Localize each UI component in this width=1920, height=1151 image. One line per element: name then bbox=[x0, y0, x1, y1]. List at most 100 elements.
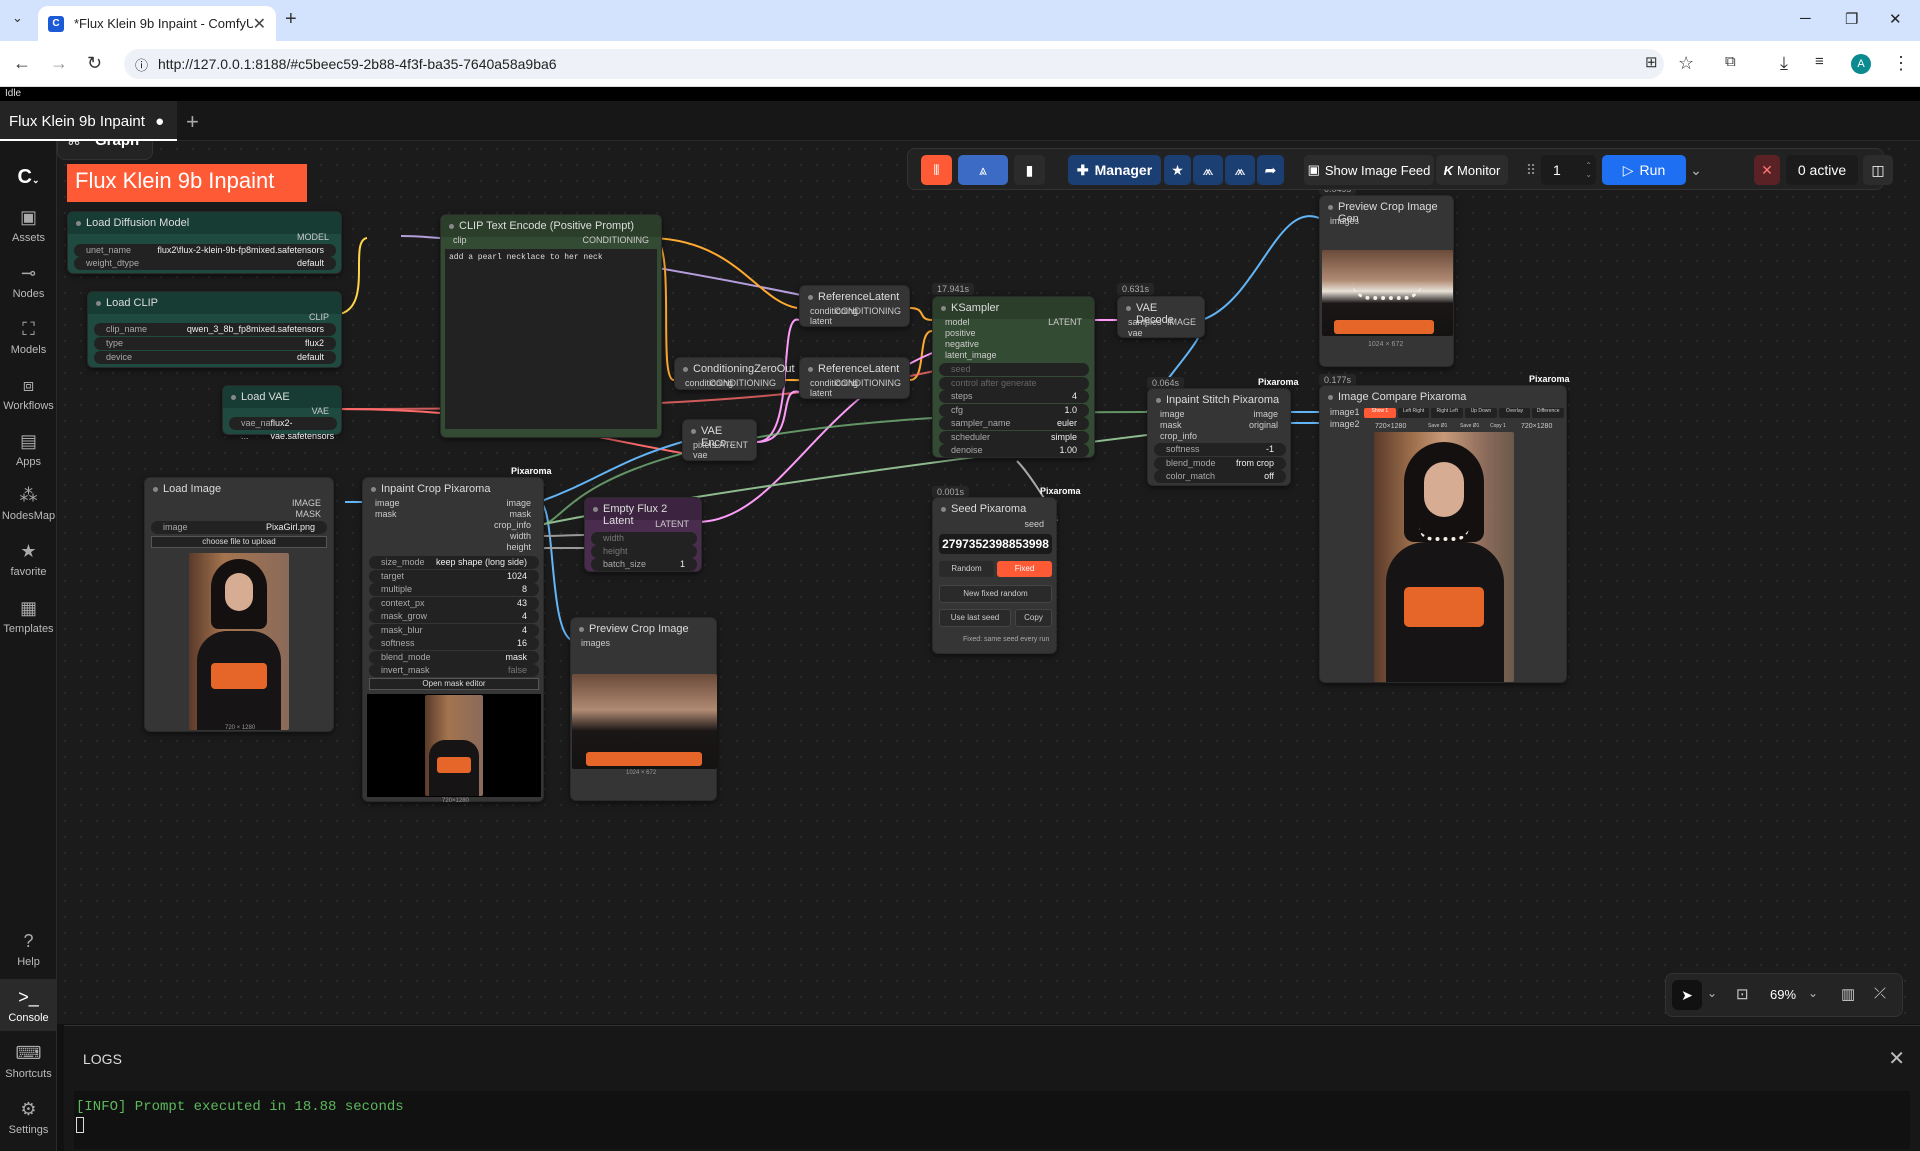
sidebar-item-help[interactable]: ? Help bbox=[0, 931, 57, 968]
monitor-button[interactable]: K Monitor bbox=[1436, 155, 1508, 185]
color-match-widget[interactable]: color_match off bbox=[1154, 470, 1286, 483]
new-fixed-random-button[interactable]: New fixed random bbox=[939, 585, 1052, 603]
weight-dtype-widget[interactable]: weight_dtype default bbox=[74, 257, 336, 270]
sidebar-item-nodes[interactable]: ⊸ Nodes bbox=[0, 263, 57, 300]
node-load-diffusion-model[interactable]: Load Diffusion Model MODEL unet_name flux… bbox=[67, 211, 342, 274]
sidebar-item-nodesmap[interactable]: ⁂ NodesMap bbox=[0, 485, 57, 522]
right-left-button[interactable]: Right Left bbox=[1431, 408, 1464, 418]
bookmark-button[interactable]: ▮ bbox=[1014, 155, 1045, 185]
upload-button[interactable]: choose file to upload bbox=[151, 536, 327, 548]
run-options-chevron-icon[interactable]: ⌄ bbox=[1688, 155, 1704, 185]
node-inpaint-crop[interactable]: Inpaint Crop Pixaroma image image mask m… bbox=[362, 477, 544, 804]
target-widget[interactable]: target 1024 bbox=[369, 570, 539, 583]
sidebar-item-shortcuts[interactable]: ⌨ Shortcuts bbox=[0, 1043, 57, 1080]
zoom-level[interactable]: 69% bbox=[1770, 987, 1796, 1002]
minimize-icon[interactable]: ─ bbox=[1800, 10, 1811, 27]
forward-icon[interactable]: → bbox=[50, 53, 68, 74]
bookmark-star-icon[interactable]: ☆ bbox=[1678, 53, 1694, 74]
mask-blur-widget[interactable]: mask_blur 4 bbox=[369, 624, 539, 637]
copy-button[interactable]: Copy 1 bbox=[1490, 421, 1506, 432]
window-close-icon[interactable]: ✕ bbox=[1889, 10, 1902, 28]
prompt-textarea[interactable]: add a pearl necklace to her neck bbox=[445, 249, 657, 429]
node-ksampler[interactable]: KSampler model LATENT positive negative … bbox=[932, 296, 1095, 458]
overlay-button[interactable]: Overlay bbox=[1498, 408, 1531, 418]
zoom-chevron-icon[interactable]: ⌄ bbox=[1808, 986, 1818, 1000]
sidebar-item-assets[interactable]: ▣ Assets bbox=[0, 207, 57, 244]
new-tab-icon[interactable]: + bbox=[285, 8, 297, 31]
model-b-button[interactable]: ⩕ bbox=[1225, 155, 1255, 185]
sidebar-item-models[interactable]: ⛶ Models bbox=[0, 319, 57, 356]
node-inpaint-stitch[interactable]: Inpaint Stitch Pixaroma image image mask… bbox=[1147, 388, 1291, 486]
node-vae-decode[interactable]: VAE Decode samples IMAGE vae bbox=[1117, 296, 1205, 338]
node-preview-crop-image-gen[interactable]: Preview Crop Image Gen images 1024 × 672 bbox=[1319, 195, 1454, 367]
node-load-vae[interactable]: Load VAE VAE vae_na ... flux2-vae.safeten… bbox=[222, 385, 342, 441]
close-tab-icon[interactable]: ✕ bbox=[253, 14, 266, 34]
image-select-widget[interactable]: image PixaGirl.png bbox=[151, 521, 327, 534]
node-load-image[interactable]: Load Image IMAGE MASK image PixaGirl.png … bbox=[144, 477, 334, 732]
denoise-widget[interactable]: denoise 1.00 bbox=[939, 444, 1089, 457]
share-button[interactable]: ➦ bbox=[1257, 155, 1284, 185]
workflow-tab[interactable]: Flux Klein 9b Inpaint ● bbox=[0, 101, 177, 141]
node-image-compare[interactable]: Image Compare Pixaroma image1 image2 Sho… bbox=[1319, 385, 1567, 683]
context-px-widget[interactable]: context_px 43 bbox=[369, 597, 539, 610]
manager-button[interactable]: ✚ Manager bbox=[1068, 155, 1161, 185]
url-input[interactable]: ⓘ http://127.0.0.1:8188/#c5beec59-2b88-4… bbox=[124, 49, 1664, 79]
up-down-button[interactable]: Up Down bbox=[1465, 408, 1497, 418]
node-reference-latent-1[interactable]: ReferenceLatent conditioning CONDITIONIN… bbox=[799, 285, 910, 327]
comfy-logo-icon[interactable]: C⌄ bbox=[0, 166, 57, 189]
sidebar-item-workflows[interactable]: ⧈ Workflows bbox=[0, 375, 57, 412]
favorites-button[interactable]: ★ bbox=[1164, 155, 1191, 185]
blend-mode-widget[interactable]: blend_mode from crop bbox=[1154, 457, 1286, 470]
softness-widget[interactable]: softness -1 bbox=[1154, 443, 1286, 456]
drag-handle-icon[interactable]: ⠿ bbox=[1525, 155, 1537, 185]
node-load-clip[interactable]: Load CLIP CLIP clip_name qwen_3_8b_fp8mix… bbox=[87, 291, 342, 368]
select-tool-button[interactable]: ➤ bbox=[1672, 980, 1702, 1010]
sidebar-item-favorite[interactable]: ★ favorite bbox=[0, 541, 57, 578]
pixaroma-button[interactable]: ⩓ bbox=[958, 155, 1008, 185]
size-mode-widget[interactable]: size_mode keep shape (long side) bbox=[369, 556, 539, 569]
back-icon[interactable]: ← bbox=[13, 53, 31, 74]
reload-icon[interactable]: ↻ bbox=[87, 53, 102, 74]
sidebar-item-apps[interactable]: ▤ Apps bbox=[0, 431, 57, 468]
toggle-panel-button[interactable]: ◫ bbox=[1863, 155, 1893, 185]
fit-view-icon[interactable]: ⊡ bbox=[1736, 985, 1749, 1003]
node-conditioning-zero-out[interactable]: ConditioningZeroOut conditioning CONDITI… bbox=[674, 357, 795, 390]
site-info-icon[interactable]: ⓘ bbox=[135, 55, 148, 74]
browser-menu-icon[interactable]: ⋮ bbox=[1892, 53, 1910, 74]
reading-list-icon[interactable]: ≡ bbox=[1815, 53, 1824, 70]
extensions-icon[interactable]: ⧉ bbox=[1725, 53, 1736, 70]
node-vae-encode[interactable]: VAE Enco... pixels LATENT vae bbox=[682, 419, 757, 461]
title-banner[interactable]: Flux Klein 9b Inpaint bbox=[67, 164, 307, 202]
fixed-button[interactable]: Fixed bbox=[997, 561, 1052, 577]
tool-chevron-icon[interactable]: ⌄ bbox=[1707, 986, 1717, 1000]
scheduler-widget[interactable]: scheduler simple bbox=[939, 431, 1089, 444]
save-button[interactable]: Save Ø1 bbox=[1460, 421, 1479, 432]
close-logs-icon[interactable]: ✕ bbox=[1888, 1046, 1905, 1071]
difference-button[interactable]: Difference bbox=[1532, 408, 1565, 418]
left-right-button[interactable]: Left Right bbox=[1397, 408, 1430, 418]
profile-avatar[interactable]: A bbox=[1851, 54, 1871, 74]
logs-output[interactable]: [INFO] Prompt executed in 18.88 seconds bbox=[74, 1091, 1910, 1149]
save-button[interactable]: Save Ø1 bbox=[1428, 421, 1447, 432]
invert-mask-toggle[interactable]: invert_mask false bbox=[369, 664, 539, 677]
clip-type-widget[interactable]: type flux2 bbox=[94, 337, 336, 350]
sidebar-item-console[interactable]: >_ Console bbox=[0, 979, 57, 1031]
new-workflow-icon[interactable]: + bbox=[186, 109, 199, 135]
show1-button[interactable]: Show 1 bbox=[1364, 408, 1396, 418]
sidebar-item-settings[interactable]: ⚙ Settings bbox=[0, 1099, 57, 1136]
use-last-seed-button[interactable]: Use last seed bbox=[939, 609, 1011, 627]
run-button[interactable]: ▷ Run bbox=[1602, 155, 1686, 185]
node-reference-latent-2[interactable]: ReferenceLatent conditioning CONDITIONIN… bbox=[799, 357, 910, 399]
queue-count-input[interactable]: 1 ⌃ ⌄ bbox=[1541, 155, 1596, 185]
random-button[interactable]: Random bbox=[939, 561, 994, 577]
mask-grow-widget[interactable]: mask_grow 4 bbox=[369, 610, 539, 623]
hide-links-icon[interactable]: ⤫ bbox=[1874, 985, 1886, 1002]
browser-tab[interactable]: C *Flux Klein 9b Inpaint - ComfyU ✕ bbox=[38, 6, 276, 41]
seed-value-display[interactable]: 2797352398853998 bbox=[939, 534, 1052, 554]
minimap-icon[interactable]: ▥ bbox=[1841, 985, 1855, 1003]
open-mask-editor-button[interactable]: Open mask editor bbox=[369, 678, 539, 690]
graph-canvas[interactable]: ⌘ Graph Flux Klein 9b Inpaint Load Diffu… bbox=[57, 141, 1920, 1024]
cfg-widget[interactable]: cfg 1.0 bbox=[939, 404, 1089, 417]
active-queue-button[interactable]: 0 active bbox=[1786, 155, 1858, 185]
audio-button[interactable]: ⫴ bbox=[921, 155, 952, 185]
